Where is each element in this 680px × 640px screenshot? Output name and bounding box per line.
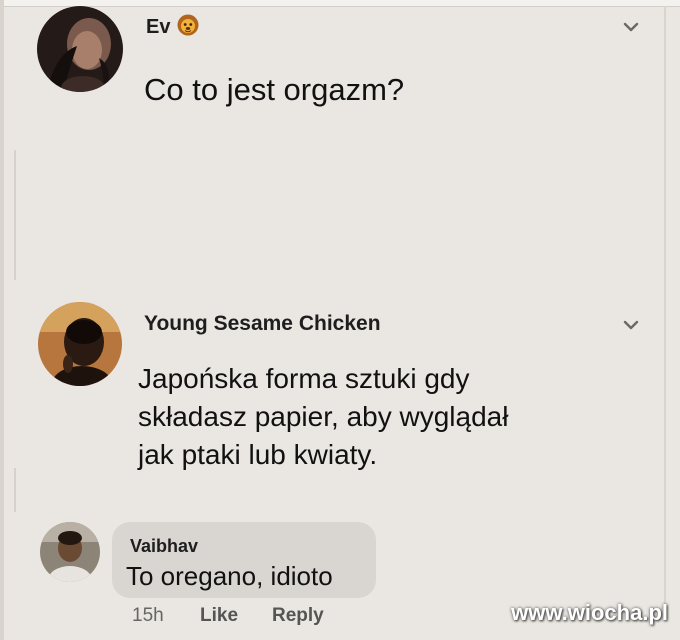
comment-text-line: To oregano, idioto: [126, 561, 333, 591]
author-name[interactable]: Ev: [146, 14, 199, 42]
author-name-text: Ev: [146, 16, 171, 38]
comment-text-line: jak ptaki lub kwiaty.: [138, 439, 378, 470]
lion-face-icon: [177, 14, 199, 42]
watermark: www.wiocha.pl: [511, 600, 668, 625]
comment-text: To oregano, idioto: [126, 560, 333, 592]
comment-text-line: Japońska forma sztuki gdy: [138, 363, 470, 394]
comment-text: Co to jest orgazm?: [144, 70, 404, 110]
comment-text-line: Co to jest orgazm?: [144, 72, 405, 107]
avatar-young-sesame-chicken[interactable]: [38, 302, 122, 386]
comment-text-line: składasz papier, aby wyglądał: [138, 401, 509, 432]
window-left-border: [0, 0, 4, 640]
comment-text: Japońska forma sztuki gdy składasz papie…: [138, 360, 508, 474]
window-right-border: [664, 6, 666, 606]
avatar-vaibhav[interactable]: [40, 522, 100, 582]
comment-timestamp: 15h: [132, 605, 164, 626]
like-button[interactable]: Like: [200, 605, 238, 627]
thread-line-1: [14, 150, 16, 280]
author-name[interactable]: Vaibhav: [130, 536, 198, 557]
avatar-ev[interactable]: [37, 6, 123, 92]
window-top-border: [0, 0, 680, 7]
reply-button[interactable]: Reply: [272, 605, 324, 627]
thread-line-2: [14, 468, 16, 512]
author-name[interactable]: Young Sesame Chicken: [144, 312, 381, 336]
chevron-down-icon[interactable]: [622, 20, 640, 34]
chevron-down-icon[interactable]: [622, 318, 640, 332]
